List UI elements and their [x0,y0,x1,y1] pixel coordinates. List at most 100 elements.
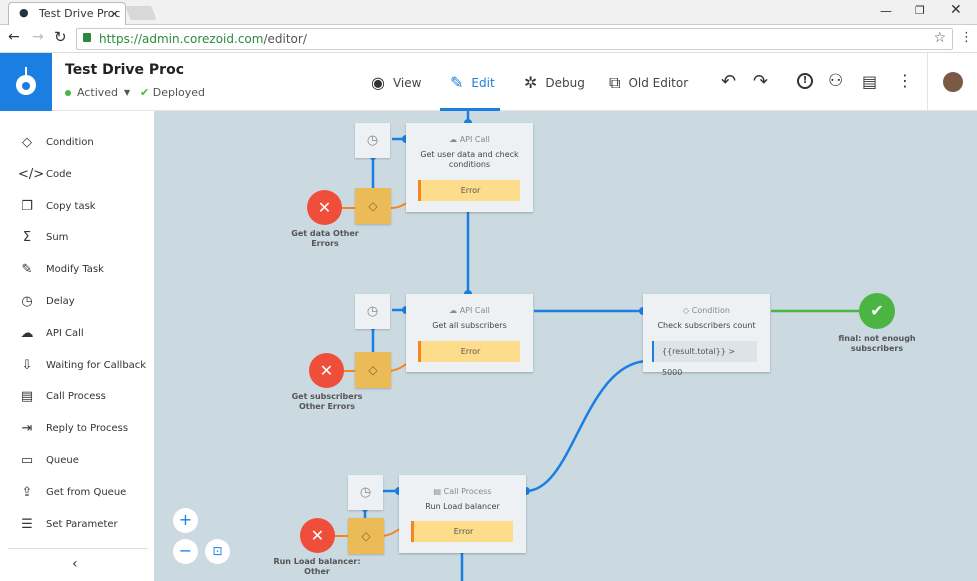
diamond-icon: ◇ [361,529,371,543]
forward-icon[interactable]: → [32,29,44,45]
tab-debug[interactable]: ✲ Debug [524,73,585,92]
check-icon: ✔ [870,301,884,320]
browser-menu-icon[interactable]: ⋮ [960,30,973,45]
sidebar-item-sum[interactable]: Σ Sum [18,230,69,245]
api-call-node[interactable]: ☁ API Call Get user data and check condi… [406,123,533,212]
sidebar-item-code[interactable]: </> Code [18,167,72,182]
sidebar-item-label: Delay [46,296,75,307]
palette-icon: ⇪ [21,484,33,500]
diamond-icon: ◇ [368,363,378,377]
sidebar-item-call-process[interactable]: ▤ Call Process [18,389,106,404]
condition-node[interactable]: ◇ [355,188,391,224]
corezoid-favicon-icon: ● [19,6,29,19]
sidebar-item-label: Code [46,168,72,180]
close-window-icon[interactable]: ✕ [950,2,962,18]
condition-expression[interactable]: {{result.total}} > 5000 [652,341,757,377]
back-icon[interactable]: ← [8,29,20,45]
node-label: Get data Other Errors [291,229,359,248]
browser-tab[interactable]: ● Test Drive Proc × [8,2,126,25]
sidebar-item-reply-to-process[interactable]: ⇥ Reply to Process [18,421,128,436]
sidebar-item-condition[interactable]: ◇ Condition [18,135,94,150]
tab-old-editor[interactable]: ⧉ Old Editor [609,73,688,93]
clock-icon: ◷ [366,304,379,319]
error-end-node[interactable]: ✕ [307,190,342,225]
status-dropdown[interactable]: Actived ▼ [65,86,130,99]
sidebar-item-label: Copy task [46,200,96,212]
node-type-label: API Call [459,135,490,144]
palette-icon: ❐ [21,198,33,214]
condition-node-check[interactable]: ◇ Condition Check subscribers count {{re… [643,294,770,377]
zoom-in-button[interactable]: + [173,508,198,533]
reload-icon[interactable]: ↻ [54,28,67,46]
sidebar-item-api-call[interactable]: ☁ API Call [18,326,84,341]
redo-icon[interactable]: ↷ [753,71,768,92]
collapse-sidebar-button[interactable]: ‹ [72,556,78,572]
new-tab-button[interactable] [125,6,157,20]
sidebar-item-label: Reply to Process [46,423,129,435]
sidebar-item-copy-task[interactable]: ❐ Copy task [18,198,96,214]
palette-icon: ⇩ [21,357,33,373]
alert-icon[interactable]: ! [797,73,813,89]
tab-old-editor-label: Old Editor [628,76,689,90]
condition-node[interactable]: ◇ [355,352,391,388]
zoom-out-button[interactable]: − [173,539,198,564]
process-canvas[interactable]: ◷ ☁ API Call Get user data and check con… [154,111,977,581]
lock-icon [83,33,91,42]
check-icon: ✔ [140,86,150,99]
undo-icon[interactable]: ↶ [721,71,736,92]
fit-screen-button[interactable]: ⊡ [205,539,230,564]
node-label: final: not enough subscribers [838,334,916,353]
close-tab-icon[interactable]: × [110,7,119,20]
tab-edit-label: Edit [471,75,495,90]
call-process-node[interactable]: ▤ Call Process Run Load balancer Error [399,475,526,553]
logo-drop-icon [16,67,36,95]
sidebar-item-get-from-queue[interactable]: ⇪ Get from Queue [18,484,127,500]
palette-icon: ⇥ [21,421,33,437]
palette-icon: ☁ [20,325,34,341]
node-title: Get user data and check conditions [420,150,519,169]
clipboard-icon[interactable]: ▤ [862,72,877,91]
palette-icon: ◇ [22,135,32,150]
tab-debug-label: Debug [545,75,585,90]
corezoid-logo[interactable] [0,53,52,111]
palette-icon: ▭ [20,453,34,468]
add-user-icon[interactable]: ⚇ [828,71,843,91]
x-icon: ✕ [310,526,325,545]
bug-icon: ✲ [524,73,538,92]
more-icon[interactable]: ⋮ [897,71,913,90]
sidebar-item-waiting-for-callback[interactable]: ⇩ Waiting for Callback [18,357,147,373]
final-success-node[interactable]: ✔ [859,293,895,329]
error-branch[interactable]: Error [418,180,520,201]
error-branch[interactable]: Error [411,521,513,542]
node-type: ▤ Call Process [399,487,526,496]
error-end-node[interactable]: ✕ [309,353,344,388]
avatar[interactable] [943,72,963,92]
error-end-node[interactable]: ✕ [300,518,335,553]
bookmark-star-icon[interactable]: ☆ [933,30,946,46]
tab-edit[interactable]: ✎ Edit [450,73,495,92]
sidebar-item-label: Sum [46,232,69,244]
error-branch[interactable]: Error [418,341,520,362]
timer-node[interactable]: ◷ [348,475,383,510]
restore-icon[interactable]: ❐ [915,4,925,17]
tab-view[interactable]: ◉ View [371,73,421,92]
x-icon: ✕ [317,198,332,217]
condition-node[interactable]: ◇ [348,518,384,554]
sidebar-item-modify-task[interactable]: ✎ Modify Task [18,262,104,277]
sidebar-item-set-parameter[interactable]: ☰ Set Parameter [18,517,117,532]
call-process-icon: ▤ [433,487,442,496]
node-type: ☁ API Call [406,306,533,315]
timer-node[interactable]: ◷ [355,294,390,329]
minimize-icon[interactable]: — [880,4,892,18]
connection-cond-n3 [525,359,650,493]
api-call-node[interactable]: ☁ API Call Get all subscribers Error [406,294,533,372]
sidebar-item-delay[interactable]: ◷ Delay [18,294,75,309]
diamond-icon: ◇ [683,306,690,315]
timer-node[interactable]: ◷ [355,123,390,158]
node-type: ◇ Condition [643,306,770,315]
sidebar-item-queue[interactable]: ▭ Queue [18,453,79,468]
divider [927,53,928,111]
sidebar-item-label: API Call [46,327,84,339]
url-input[interactable]: https://admin.corezoid.com/editor/ ☆ [76,28,953,50]
clock-icon: ◷ [366,133,379,148]
